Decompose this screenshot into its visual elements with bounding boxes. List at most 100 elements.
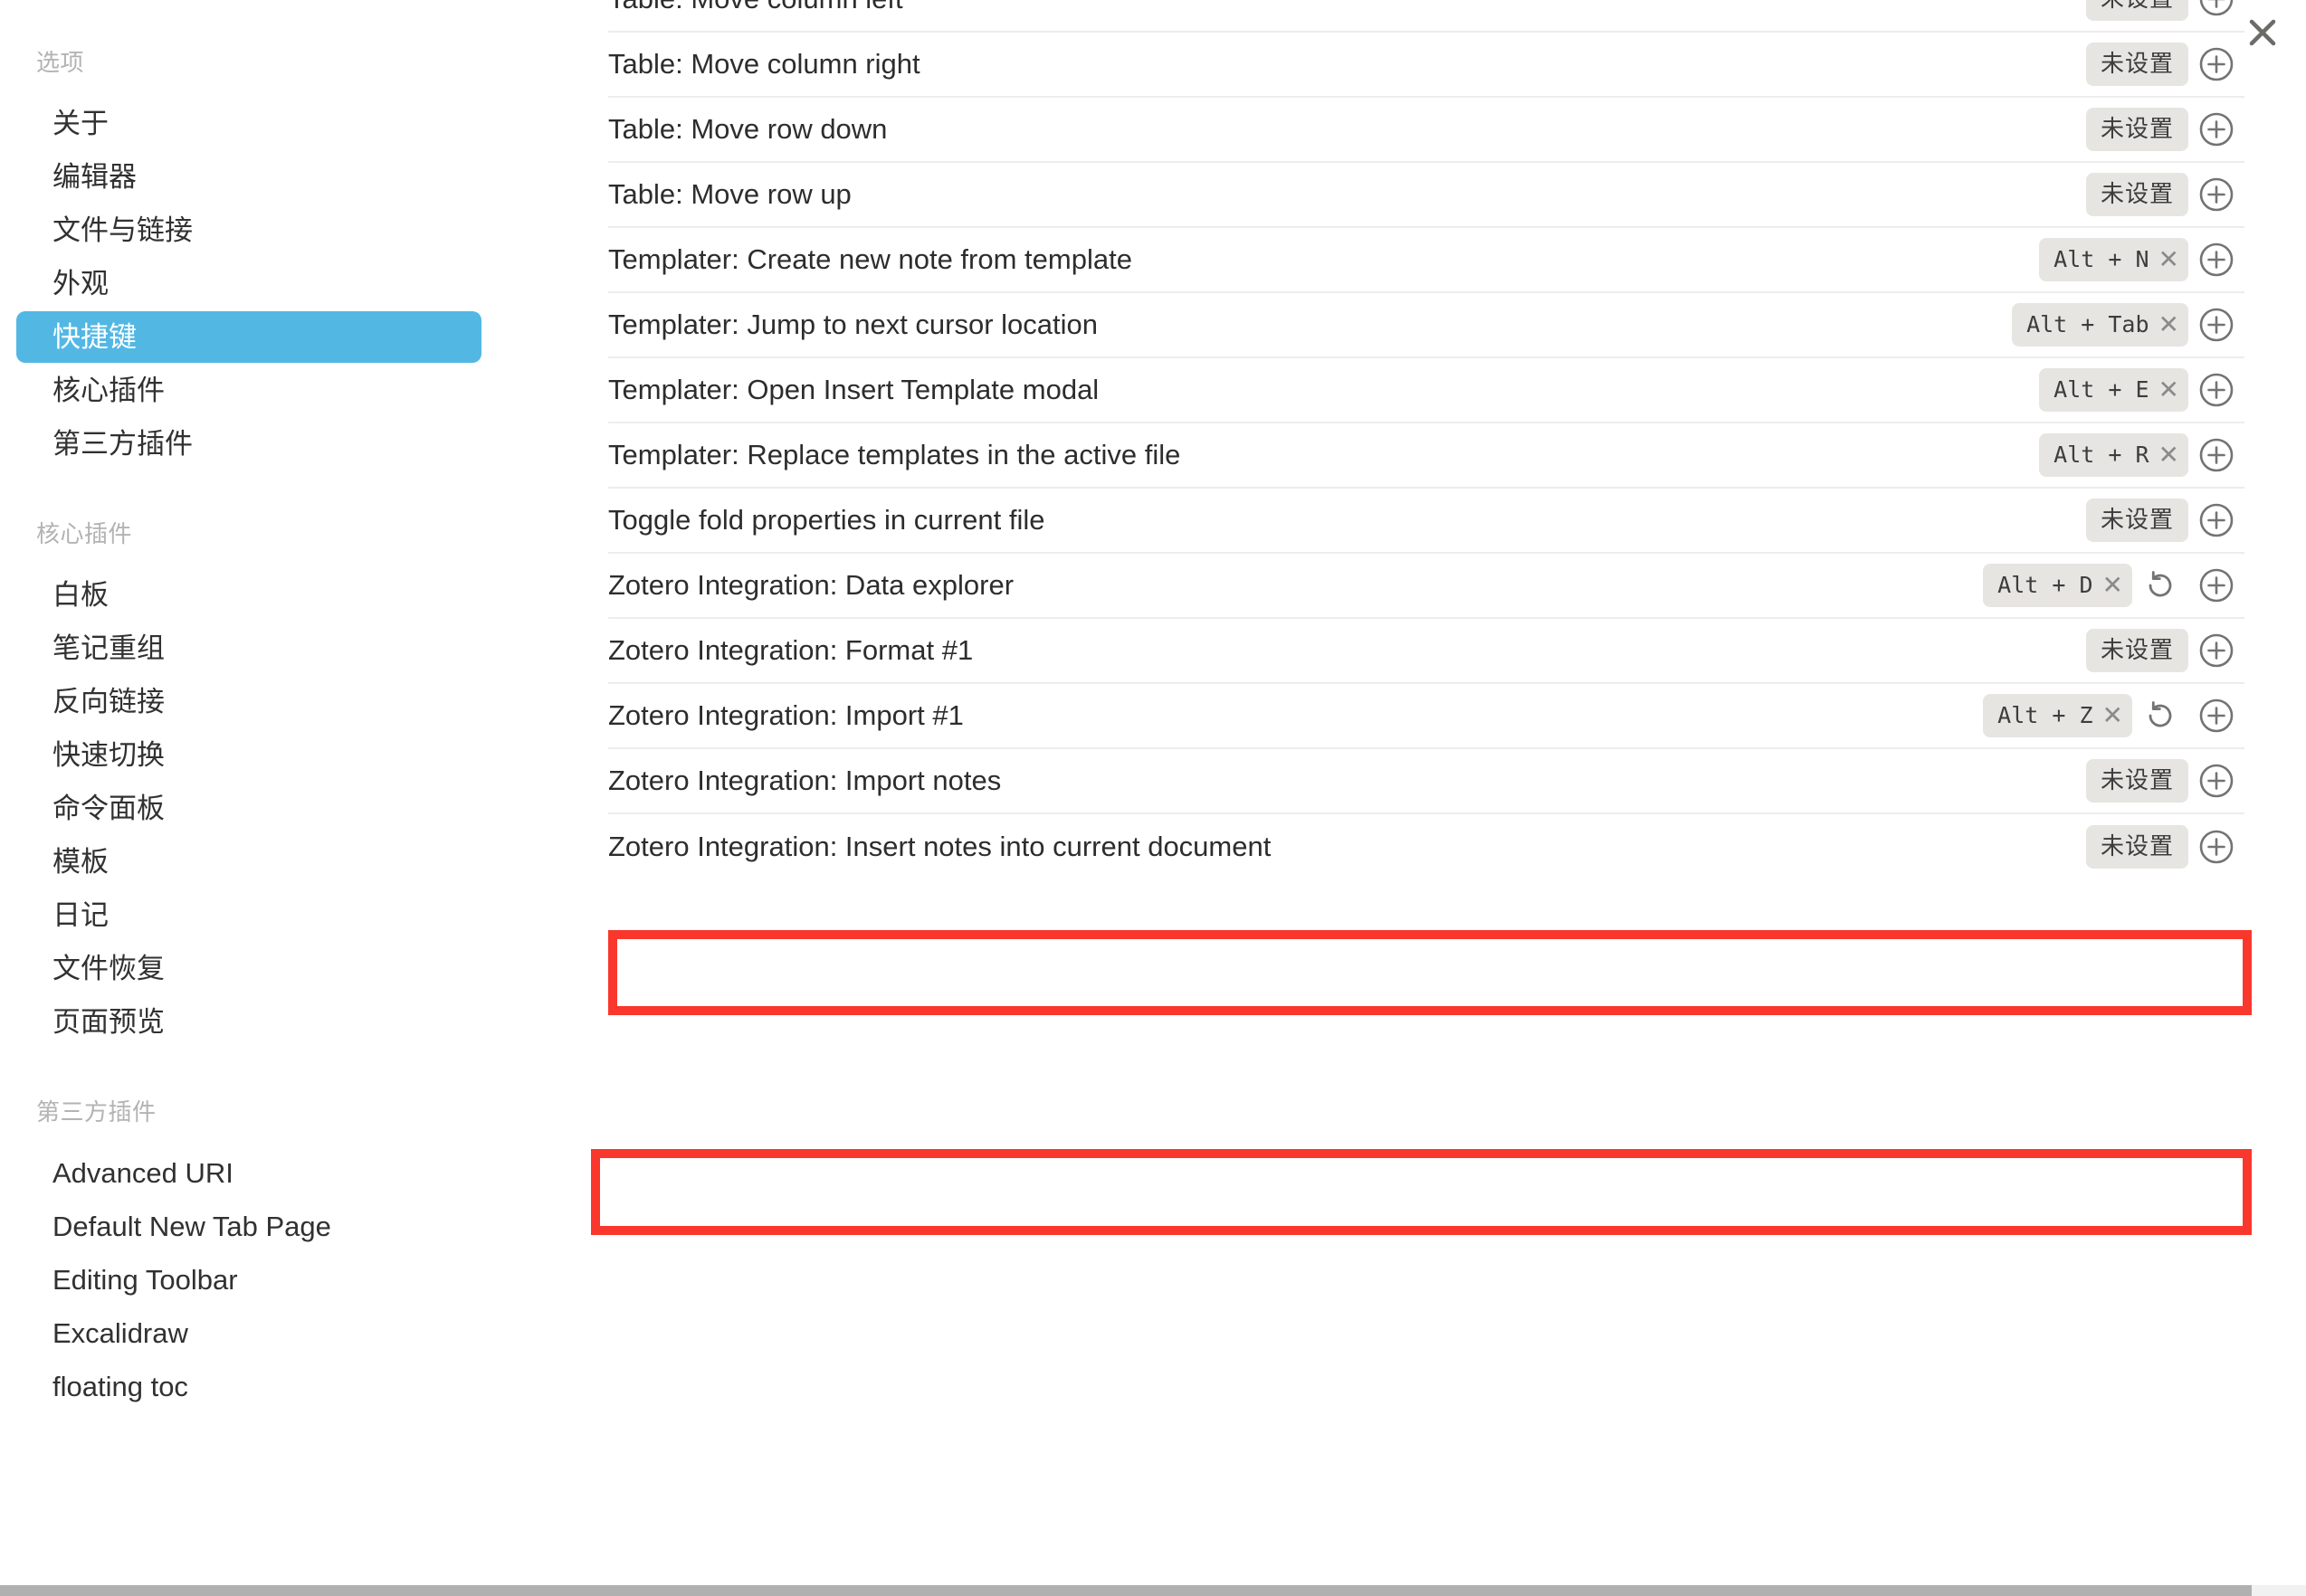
hotkey-unset-badge: 未设置 [2085,0,2188,21]
hotkey-badge[interactable]: Alt + E ✕ [2039,368,2188,412]
hotkey-row-controls: 未设置 [2085,492,2244,548]
hotkey-row-controls: 未设置 [2085,622,2244,679]
hotkey-badge[interactable]: Alt + D ✕ [1983,564,2132,607]
hotkeys-list: Table: Move column left未设置Table: Move co… [608,0,2244,879]
add-hotkey-icon[interactable] [2188,36,2244,92]
remove-hotkey-icon[interactable]: ✕ [2158,377,2179,403]
hotkey-command-label: Zotero Integration: Insert notes into cu… [608,831,1272,862]
hotkey-row: Table: Move row up 未设置 [608,163,2244,228]
sidebar-item-item-0[interactable]: 白板 [16,569,481,621]
add-hotkey-icon[interactable] [2188,0,2244,27]
hotkey-badge-text: Alt + E [2053,376,2149,403]
sidebar-item-item-7[interactable]: 文件恢复 [16,943,481,994]
hotkey-unset-badge: 未设置 [2085,629,2188,672]
close-icon[interactable] [2237,7,2288,58]
hotkey-row: Table: Move column right 未设置 [608,33,2244,98]
add-hotkey-icon[interactable] [2188,622,2244,679]
remove-hotkey-icon[interactable]: ✕ [2158,312,2179,337]
restore-default-icon[interactable] [2132,557,2188,613]
sidebar-item-editing-toolbar[interactable]: Editing Toolbar [16,1254,481,1306]
hotkey-command-label: Table: Move column left [608,0,2086,16]
hotkey-row-controls: 未设置 [2085,36,2244,92]
sidebar-item-item-4[interactable]: 命令面板 [16,783,481,834]
sidebar-section-gap [0,471,512,518]
sidebar-item-item-1[interactable]: 编辑器 [16,151,481,203]
add-hotkey-icon[interactable] [2188,362,2244,418]
sidebar-item-item-4[interactable]: 快捷键 [16,311,481,363]
add-hotkey-icon[interactable] [2188,557,2244,613]
hotkey-command-label: Zotero Integration: Import #1 [608,699,964,731]
sidebar-item-item-5[interactable]: 核心插件 [16,365,481,416]
remove-hotkey-icon[interactable]: ✕ [2102,703,2123,728]
sidebar-item-excalidraw[interactable]: Excalidraw [16,1307,481,1359]
remove-hotkey-icon[interactable]: ✕ [2158,247,2179,272]
hotkey-badge-text: Alt + N [2053,246,2149,272]
hotkey-unset-badge: 未设置 [2085,43,2188,86]
add-hotkey-icon[interactable] [2188,688,2244,744]
settings-sidebar: 选项 关于 编辑器 文件与链接 外观 快捷键 核心插件 第三方插件 核心插件 白板 笔记重组 反向链接… [0,0,512,1596]
hotkey-command-label: Templater: Create new note from template [608,243,1132,275]
sidebar-section-heading: 选项 [36,49,85,76]
hotkey-row-controls: 未设置 [2085,819,2244,875]
add-hotkey-icon[interactable] [2188,166,2244,223]
hotkey-badge[interactable]: Alt + Tab ✕ [2012,303,2188,347]
add-hotkey-icon[interactable] [2188,753,2244,809]
sidebar-item-item-2[interactable]: 反向链接 [16,676,481,727]
hotkeys-panel: Table: Move column left未设置Table: Move co… [512,0,2306,1596]
hotkey-row-controls: 未设置 [2085,101,2244,157]
remove-hotkey-icon[interactable]: ✕ [2158,442,2179,468]
sidebar-section-heading: 核心插件 [36,520,133,547]
hotkey-badge-text: Alt + R [2053,442,2149,468]
sidebar-item-item-6[interactable]: 日记 [16,889,481,941]
hotkey-row-controls: 未设置 [2085,753,2244,809]
settings-window: 选项 关于 编辑器 文件与链接 外观 快捷键 核心插件 第三方插件 核心插件 白板 笔记重组 反向链接… [0,0,2306,1596]
hotkey-row-controls: Alt + N ✕ [2039,232,2244,288]
horizontal-scrollbar-track[interactable] [0,1585,2306,1596]
hotkey-unset-badge: 未设置 [2085,825,2188,869]
sidebar-item-advanced-uri[interactable]: Advanced URI [16,1147,481,1199]
hotkey-row: Templater: Jump to next cursor location A… [608,293,2244,358]
sidebar-section-gap [0,1050,512,1097]
hotkey-command-label: Zotero Integration: Format #1 [608,634,974,666]
remove-hotkey-icon[interactable]: ✕ [2102,573,2123,598]
sidebar-item-floating-toc[interactable]: floating toc [16,1361,481,1412]
sidebar-section-heading: 第三方插件 [36,1098,157,1126]
hotkey-row: Table: Move row down 未设置 [608,98,2244,163]
add-hotkey-icon[interactable] [2188,492,2244,548]
sidebar-item-item-3[interactable]: 快速切换 [16,729,481,781]
hotkey-unset-badge: 未设置 [2085,499,2188,542]
hotkey-row: Zotero Integration: Import notes 未设置 [608,749,2244,814]
sidebar-item-item-0[interactable]: 关于 [16,98,481,149]
sidebar-item-default-new-tab-page[interactable]: Default New Tab Page [16,1201,481,1252]
add-hotkey-icon[interactable] [2188,297,2244,353]
hotkey-command-label: Zotero Integration: Import notes [608,765,1002,796]
hotkey-row: Zotero Integration: Import #1 Alt + Z ✕ [608,684,2244,749]
hotkey-row-controls: Alt + R ✕ [2039,427,2244,483]
sidebar-item-item-6[interactable]: 第三方插件 [16,418,481,470]
hotkey-row-controls: 未设置 [2085,0,2244,27]
add-hotkey-icon[interactable] [2188,819,2244,875]
hotkey-unset-badge: 未设置 [2085,108,2188,151]
sidebar-item-item-1[interactable]: 笔记重组 [16,622,481,674]
add-hotkey-icon[interactable] [2188,232,2244,288]
hotkey-badge[interactable]: Alt + N ✕ [2039,238,2188,281]
hotkey-badge[interactable]: Alt + R ✕ [2039,433,2188,477]
hotkey-row: Templater: Create new note from template… [608,228,2244,293]
sidebar-item-item-2[interactable]: 文件与链接 [16,204,481,256]
hotkey-row-controls: Alt + Tab ✕ [2012,297,2244,353]
hotkey-command-label: Zotero Integration: Data explorer [608,569,1015,601]
add-hotkey-icon[interactable] [2188,101,2244,157]
add-hotkey-icon[interactable] [2188,427,2244,483]
hotkey-badge-text: Alt + Z [1997,702,2093,728]
hotkey-row-controls: Alt + D ✕ [1983,557,2244,613]
horizontal-scrollbar-thumb[interactable] [0,1585,2252,1596]
hotkey-badge[interactable]: Alt + Z ✕ [1983,694,2132,737]
hotkey-badge-text: Alt + Tab [2026,311,2149,337]
hotkey-row: Templater: Open Insert Template modal Alt… [608,358,2244,423]
restore-default-icon[interactable] [2132,688,2188,744]
sidebar-item-item-8[interactable]: 页面预览 [16,996,481,1048]
hotkey-unset-badge: 未设置 [2085,173,2188,216]
sidebar-item-item-3[interactable]: 外观 [16,258,481,309]
sidebar-item-item-5[interactable]: 模板 [16,836,481,888]
hotkey-row: Zotero Integration: Data explorer Alt + D… [608,554,2244,619]
